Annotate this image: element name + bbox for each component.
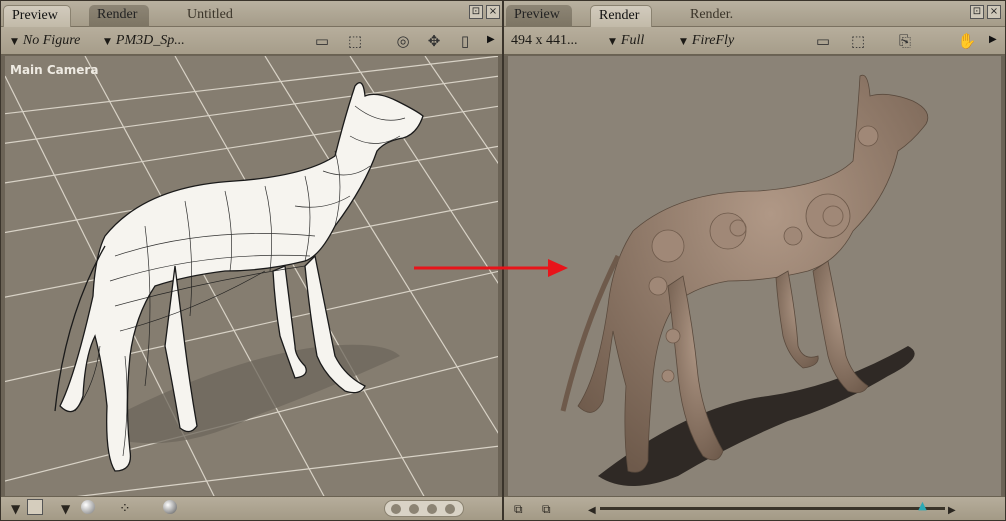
hand-pan-icon[interactable]: ✋ [956, 32, 978, 50]
preview-scene [5, 56, 498, 496]
view-dot[interactable] [391, 504, 401, 514]
slider-right-arrow-icon[interactable]: ▶ [948, 502, 956, 520]
shadow [115, 344, 400, 444]
sphere-icon[interactable] [81, 500, 95, 514]
scale-icon[interactable]: ▯ [454, 32, 476, 50]
resize-icon[interactable]: ⊡ [970, 5, 984, 19]
right-toolbar: 494 x 441... ▼ Full ▼ FireFly ▭ ⬚ ⎘ ✋ ▶ [504, 27, 1005, 55]
tab-render[interactable]: Render [590, 5, 653, 27]
rotate-trackball-icon[interactable]: ◎ [392, 32, 414, 50]
render-size-label: 494 x 441... [511, 33, 578, 48]
select-camera-icon[interactable]: ⬚ [344, 32, 366, 50]
ground-grid [5, 56, 498, 496]
render-viewport[interactable] [508, 56, 1001, 496]
render-slider-track[interactable] [600, 507, 945, 510]
figure-dropdown-label: No Figure [22, 33, 81, 48]
render-pane: Preview Render Render. ⊡ × 494 x 441... … [503, 0, 1006, 521]
figure-name-label: PM3D_Sp... [115, 33, 185, 48]
close-icon[interactable]: × [987, 5, 1001, 19]
duplicate-render-icon[interactable]: ⧉ [542, 500, 551, 518]
dropdown-triangle-icon: ▼ [680, 37, 687, 47]
engine-label: FireFly [691, 33, 735, 48]
lit-sphere-icon[interactable] [163, 500, 177, 514]
preview-pane: Preview Render Untitled ⊡ × ▼ No Figure ▼… [0, 0, 503, 521]
more-arrow-icon[interactable]: ▶ [989, 34, 997, 45]
preview-viewport[interactable]: Main Camera [5, 56, 498, 496]
tab-render-output[interactable]: Render. [682, 5, 745, 27]
quality-label: Full [620, 33, 645, 48]
camera-icon[interactable]: ▭ [311, 32, 333, 50]
save-render-icon[interactable]: ⎘ [894, 32, 916, 50]
view-dot[interactable] [409, 504, 419, 514]
dropdown-triangle-icon[interactable]: ▼ [11, 500, 20, 518]
view-toggle-pill[interactable] [384, 500, 464, 517]
tab-render[interactable]: Render [89, 5, 150, 27]
left-bottombar: ▼ ▼ ⁘ [1, 496, 502, 520]
figure-name-dropdown[interactable]: ▼ PM3D_Sp... [104, 33, 185, 49]
square-view-icon[interactable] [27, 499, 43, 515]
tab-preview[interactable]: Preview [3, 5, 71, 27]
render-camera-icon[interactable]: ▭ [812, 32, 834, 50]
close-icon[interactable]: × [486, 5, 500, 19]
dropdown-triangle-icon: ▼ [11, 37, 18, 47]
right-tabbar: Preview Render Render. ⊡ × [504, 1, 1005, 27]
slider-left-arrow-icon[interactable]: ◀ [588, 502, 596, 520]
camera-label: Main Camera [10, 63, 99, 77]
dropdown-triangle-icon: ▼ [609, 37, 616, 47]
tab-preview[interactable]: Preview [506, 5, 572, 27]
multi-sphere-icon[interactable]: ⁘ [119, 500, 131, 518]
move-cross-icon[interactable]: ✥ [423, 32, 445, 50]
left-toolbar: ▼ No Figure ▼ PM3D_Sp... ▭ ⬚ ◎ ✥ ▯ ▶ [1, 27, 502, 55]
copy-render-icon[interactable]: ⧉ [514, 500, 523, 518]
figure-dropdown[interactable]: ▼ No Figure [11, 33, 80, 49]
view-dot[interactable] [427, 504, 437, 514]
quality-dropdown[interactable]: ▼ Full [609, 33, 644, 49]
right-bottombar: ⧉ ⧉ ◀ ▲ ▶ [504, 496, 1005, 520]
dropdown-triangle-icon[interactable]: ▼ [61, 500, 70, 518]
render-scene [560, 74, 929, 486]
resize-icon[interactable]: ⊡ [469, 5, 483, 19]
tab-untitled[interactable]: Untitled [179, 5, 245, 27]
view-dot[interactable] [445, 504, 455, 514]
area-render-icon[interactable]: ⬚ [847, 32, 869, 50]
dropdown-triangle-icon: ▼ [104, 37, 111, 47]
left-tabbar: Preview Render Untitled ⊡ × [1, 1, 502, 27]
render-slider-thumb[interactable]: ▲ [918, 500, 930, 512]
engine-dropdown[interactable]: ▼ FireFly [680, 33, 734, 49]
more-arrow-icon[interactable]: ▶ [487, 34, 495, 45]
